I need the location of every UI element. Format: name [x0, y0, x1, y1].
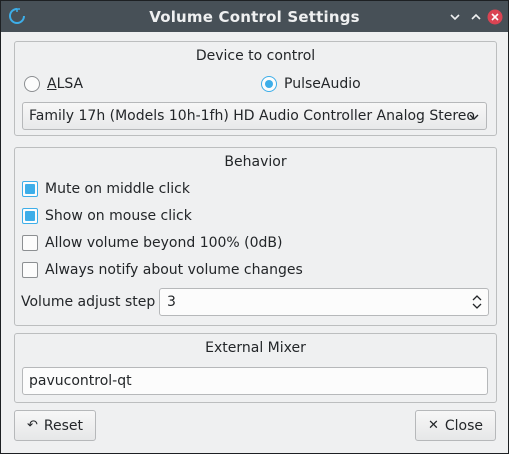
spinbox-arrows-icon[interactable] — [470, 292, 484, 312]
volume-step-value[interactable]: 3 — [167, 294, 176, 310]
checkbox-show-mouse-click-box[interactable] — [22, 208, 38, 224]
device-select[interactable]: Family 17h (Models 10h-1fh) HD Audio Con… — [22, 102, 487, 130]
undo-icon: ↶ — [26, 418, 38, 433]
checkbox-always-notify[interactable]: Always notify about volume changes — [22, 262, 303, 278]
device-group-title: Device to control — [195, 48, 316, 64]
close-button-label: Close — [444, 417, 484, 434]
radio-alsa-indicator[interactable] — [24, 76, 40, 92]
radio-alsa-label: ALSA — [47, 76, 84, 92]
volume-step-label: Volume adjust step — [21, 294, 156, 310]
title-bar[interactable]: Volume Control Settings — [1, 1, 508, 32]
checkbox-allow-beyond-100-label: Allow volume beyond 100% (0dB) — [45, 235, 283, 251]
radio-alsa[interactable]: ALSA — [24, 76, 83, 92]
checkbox-allow-beyond-100[interactable]: Allow volume beyond 100% (0dB) — [22, 235, 283, 251]
settings-window: Volume Control Settings Device to contro… — [0, 0, 509, 454]
maximize-icon[interactable] — [468, 9, 484, 25]
device-group: Device to control ALSA PulseAudio Family… — [14, 41, 497, 136]
checkbox-mute-middle-click-box[interactable] — [22, 181, 38, 197]
checkbox-mute-middle-click[interactable]: Mute on middle click — [22, 181, 190, 197]
reset-button[interactable]: ↶ Reset — [14, 410, 96, 441]
mixer-group: External Mixer pavucontrol-qt — [14, 333, 497, 403]
checkbox-allow-beyond-100-box[interactable] — [22, 235, 38, 251]
close-icon[interactable] — [487, 9, 503, 25]
minimize-icon[interactable] — [447, 9, 463, 25]
window-title: Volume Control Settings — [149, 8, 360, 26]
mixer-command-input[interactable]: pavucontrol-qt — [22, 367, 488, 395]
close-button[interactable]: ✕ Close — [415, 410, 496, 441]
checkbox-mute-middle-click-label: Mute on middle click — [45, 181, 190, 197]
mixer-group-title: External Mixer — [205, 340, 306, 356]
checkbox-show-mouse-click-label: Show on mouse click — [45, 208, 192, 224]
mixer-command-value[interactable]: pavucontrol-qt — [29, 373, 132, 389]
checkbox-always-notify-box[interactable] — [22, 262, 38, 278]
volume-step-spinbox[interactable]: 3 — [159, 288, 489, 316]
reset-button-label: Reset — [43, 417, 83, 434]
checkbox-show-mouse-click[interactable]: Show on mouse click — [22, 208, 192, 224]
radio-pulseaudio-label: PulseAudio — [284, 76, 361, 92]
behavior-group-title: Behavior — [224, 154, 287, 170]
behavior-group: Behavior Mute on middle click Show on mo… — [14, 147, 497, 326]
chevron-down-icon — [469, 114, 479, 120]
radio-pulseaudio[interactable]: PulseAudio — [261, 76, 361, 92]
device-select-value: Family 17h (Models 10h-1fh) HD Audio Con… — [29, 108, 475, 124]
checkbox-always-notify-label: Always notify about volume changes — [45, 262, 303, 278]
close-x-icon: ✕ — [427, 418, 439, 433]
radio-pulseaudio-indicator[interactable] — [261, 76, 277, 92]
